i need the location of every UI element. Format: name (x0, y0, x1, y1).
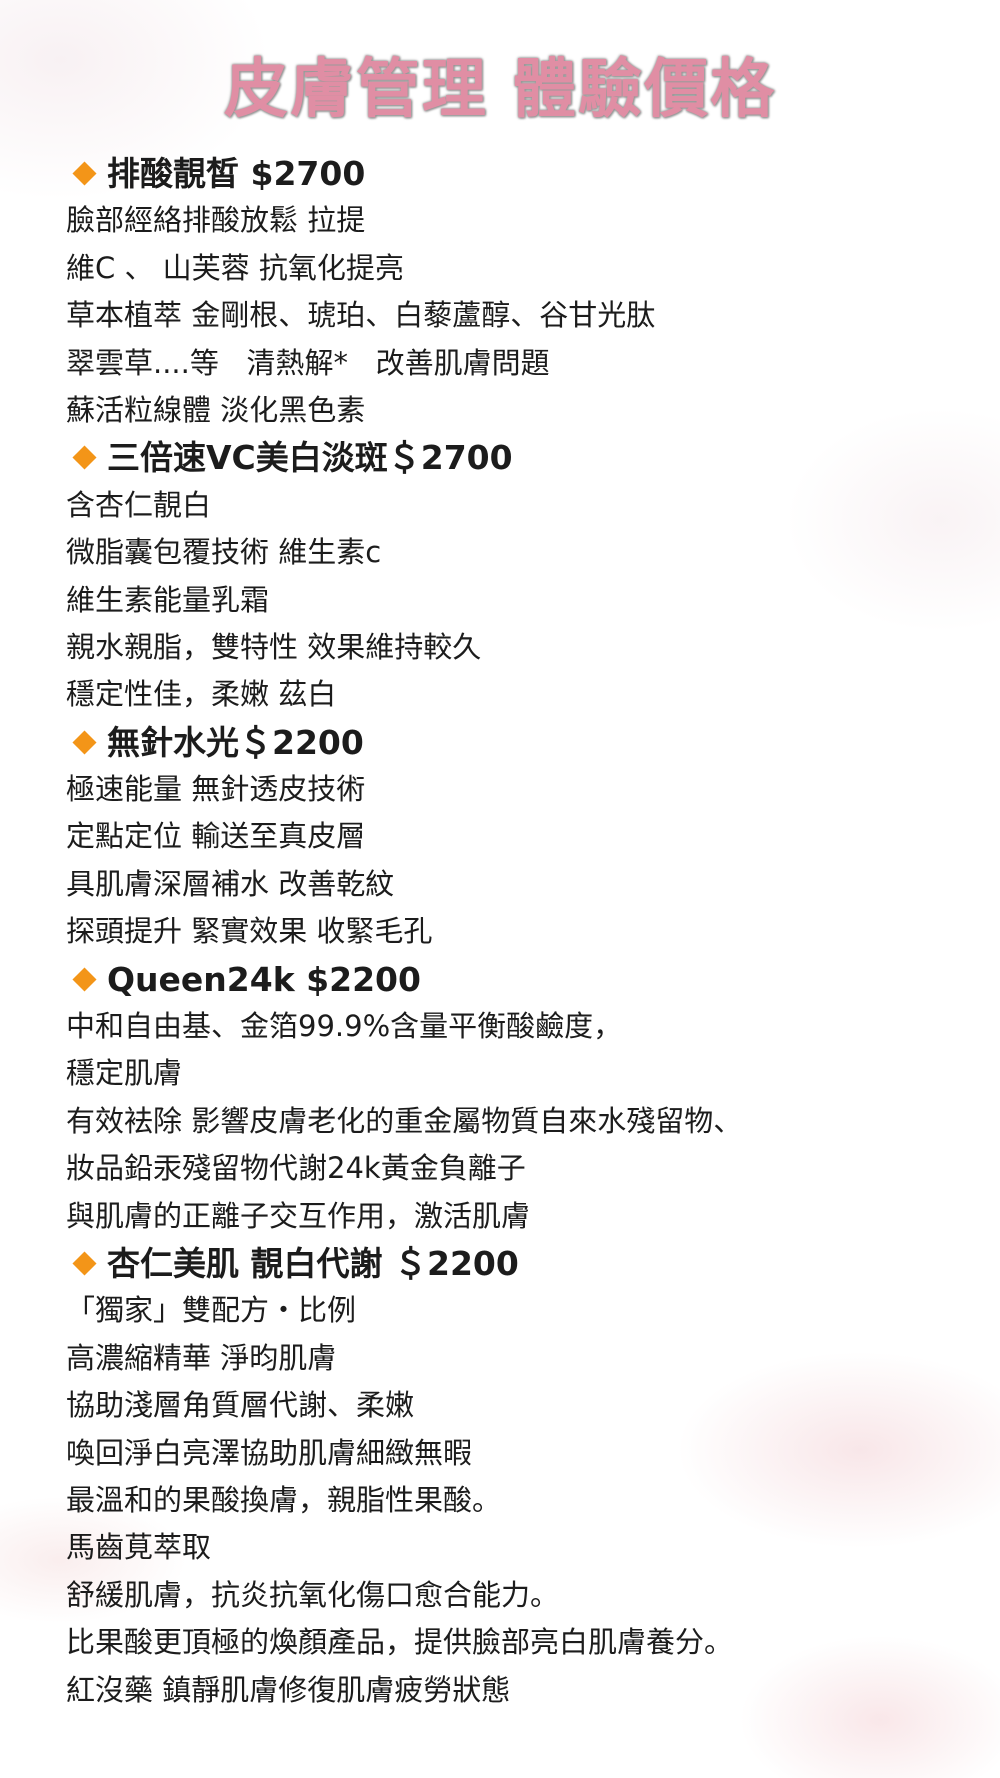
section-heading: Queen24k $2200 (66, 956, 980, 1003)
section-title: 杏仁美肌 靚白代謝 ＄2200 (107, 1243, 519, 1283)
section-heading: 排酸靚皙 $2700 (66, 150, 980, 197)
page-title: 皮膚管理 體驗價格 (223, 53, 777, 127)
description-line: 中和自由基、金箔99.9%含量平衡酸鹼度， (66, 1009, 623, 1044)
description-line: 有效袪除 影響皮膚老化的重金屬物質自來水殘留物、 (66, 1103, 743, 1138)
description-line: 穩定肌膚 (66, 1056, 183, 1091)
description-line: 定點定位 輸送至真皮層 (66, 819, 366, 854)
description-line: 與肌膚的正離子交互作用，激活肌膚 (66, 1198, 531, 1233)
description-line: 高濃縮精華 淨昀肌膚 (66, 1340, 337, 1375)
description-line: 舒緩肌膚，抗炎抗氧化傷口愈合能力。 (66, 1577, 560, 1612)
description-line: 維生素能量乳霜 (66, 582, 270, 617)
diamond-bullet-icon (72, 730, 97, 755)
diamond-bullet-icon (72, 445, 97, 470)
description-line: 最溫和的果酸換膚，親脂性果酸。 (66, 1482, 502, 1517)
section-title: 排酸靚皙 $2700 (107, 154, 366, 193)
section-title: 三倍速VC美白淡斑＄2700 (107, 438, 513, 478)
description-line: 具肌膚深層補水 改善乾紋 (66, 866, 395, 901)
diamond-bullet-icon (72, 1251, 97, 1276)
description-line: 含杏仁靚白 (66, 487, 212, 522)
description-line: 紅沒藥 鎮靜肌膚修復肌膚疲勞狀態 (66, 1672, 511, 1707)
description-line: 妝品鉛汞殘留物代謝24k黃金負離子 (66, 1151, 526, 1186)
description-line: 親水親脂，雙特性 效果維持較久 (66, 629, 482, 664)
description-line: 翠雲草....等 清熱解* 改善肌膚問題 (66, 345, 550, 380)
section-heading: 杏仁美肌 靚白代謝 ＄2200 (66, 1240, 980, 1287)
diamond-bullet-icon (72, 967, 97, 992)
description-line: 馬齒莧萃取 (66, 1530, 212, 1565)
description-line: 「獨家」雙配方・比例 (66, 1293, 357, 1328)
description-line: 比果酸更頂極的煥顏產品，提供臉部亮白肌膚養分。 (66, 1625, 734, 1660)
description-line: 臉部經絡排酸放鬆 拉提 (66, 203, 366, 238)
description-line: 協助淺層角質層代謝、柔嫩 (66, 1388, 415, 1423)
description-line: 穩定性佳，柔嫩 茲白 (66, 677, 337, 712)
description-line: 探頭提升 緊實效果 收緊毛孔 (66, 914, 433, 949)
description-line: 極速能量 無針透皮技術 (66, 772, 366, 807)
description-line: 蘇活粒線體 淡化黑色素 (66, 392, 366, 427)
description-line: 維C 、 山芙蓉 抗氧化提亮 (66, 250, 404, 285)
section-title: 無針水光＄2200 (107, 722, 364, 762)
section-heading: 無針水光＄2200 (66, 719, 980, 766)
description-line: 草本植萃 金剛根、琥珀、白藜蘆醇、谷甘光肽 (66, 298, 656, 333)
description-line: 微脂囊包覆技術 維生素c (66, 535, 382, 570)
section-title: Queen24k $2200 (107, 959, 421, 999)
price-list: 排酸靚皙 $2700 臉部經絡排酸放鬆 拉提維C 、 山芙蓉 抗氧化提亮草本植萃 … (66, 150, 980, 1714)
diamond-bullet-icon (72, 161, 97, 186)
section-heading: 三倍速VC美白淡斑＄2700 (66, 434, 980, 481)
description-line: 喚回淨白亮澤協助肌膚細緻無暇 (66, 1435, 473, 1470)
